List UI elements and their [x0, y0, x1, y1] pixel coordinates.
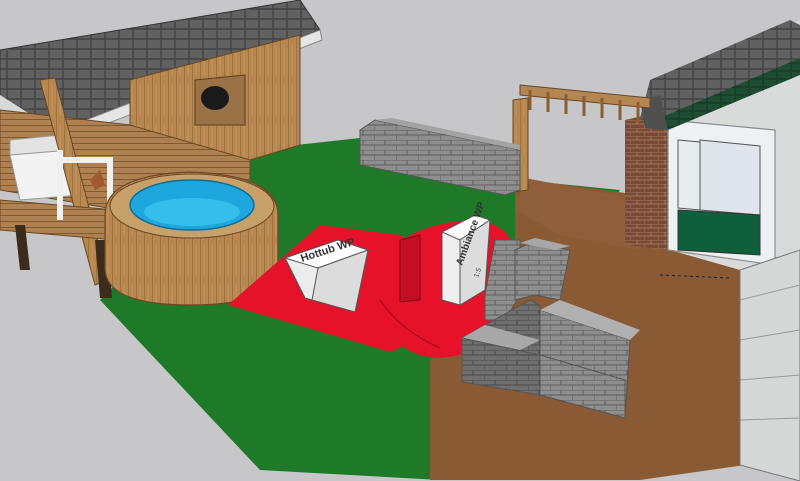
garden-model-scene[interactable]: Hottub WP Ambiance WP 1:5 — [0, 0, 800, 481]
sketchup-viewport[interactable]: Hottub WP Ambiance WP 1:5 — [0, 0, 800, 481]
door-pane-right — [699, 139, 761, 216]
brick-pillar — [625, 110, 670, 250]
bbq-grill-icon — [201, 86, 229, 110]
door-pane-left — [677, 139, 701, 211]
block-wall-back — [514, 242, 571, 301]
door-lower-panel — [677, 209, 761, 256]
house-side-wall — [739, 249, 800, 481]
zone-step — [399, 234, 421, 303]
hottub-water-highlight — [144, 198, 240, 226]
